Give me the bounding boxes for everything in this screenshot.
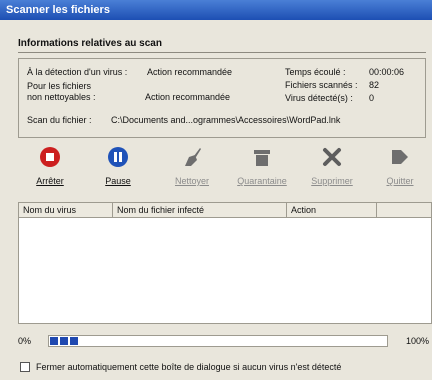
window-title: Scanner les fichiers [0, 0, 432, 20]
progress-segment [50, 337, 58, 345]
progress-end-label: 100% [406, 336, 430, 346]
scanned-value: 82 [369, 80, 380, 90]
scanned-label: Fichiers scannés : [285, 80, 358, 90]
detected-value: 0 [369, 93, 375, 103]
uncleanable-label-2: non nettoyables : [27, 92, 96, 102]
elapsed-value: 00:00:06 [369, 67, 405, 77]
clean-label: Nettoyer [174, 176, 209, 186]
detected-label: Virus détecté(s) : [285, 93, 353, 103]
action-toolbar: Arrêter Pause Nettoyer Quarantaine Suppr… [18, 142, 432, 194]
elapsed-label: Temps écoulé : [285, 67, 346, 77]
on-virus-label: À la détection d'un virus : [27, 67, 128, 77]
auto-close-checkbox[interactable] [20, 362, 30, 372]
progress-start-label: 0% [18, 336, 32, 346]
stop-button[interactable]: Arrêter [20, 142, 80, 192]
auto-close-label[interactable]: Fermer automatiquement cette boîte de di… [36, 362, 341, 372]
detection-results-table[interactable]: Nom du virus Nom du fichier infecté Acti… [18, 202, 432, 324]
progress-segment [70, 337, 78, 345]
column-infected-file[interactable]: Nom du fichier infecté [113, 203, 287, 217]
on-virus-value: Action recommandée [147, 67, 233, 77]
scan-progress: 0% 100% [18, 334, 432, 350]
scan-info-panel: À la détection d'un virus : Action recom… [18, 58, 426, 138]
delete-x-icon [323, 148, 341, 166]
pause-button[interactable]: Pause [88, 142, 148, 192]
stop-label: Arrêter [36, 176, 64, 186]
progress-segment [60, 337, 68, 345]
quarantine-icon [254, 150, 270, 166]
progress-fill [50, 337, 78, 345]
delete-button[interactable]: Supprimer [302, 142, 362, 192]
progress-bar [48, 335, 388, 347]
quarantine-button[interactable]: Quarantaine [232, 142, 292, 192]
divider [18, 52, 426, 53]
file-path-value: C:\Documents and...ogrammes\Accessoires\… [111, 115, 341, 125]
file-label: Scan du fichier : [27, 115, 92, 125]
exit-arrow-icon [392, 150, 408, 164]
quit-button[interactable]: Quitter [370, 142, 430, 192]
pause-label: Pause [105, 176, 131, 186]
table-header: Nom du virus Nom du fichier infecté Acti… [19, 203, 431, 218]
column-action[interactable]: Action [287, 203, 377, 217]
quit-label: Quitter [386, 176, 414, 186]
broom-icon [185, 148, 201, 166]
delete-label: Supprimer [311, 176, 353, 186]
column-virus-name[interactable]: Nom du virus [19, 203, 113, 217]
quarantine-label: Quarantaine [237, 176, 287, 186]
section-title: Informations relatives au scan [18, 38, 162, 49]
uncleanable-label-1: Pour les fichiers [27, 81, 92, 91]
stop-icon [40, 147, 60, 167]
clean-button[interactable]: Nettoyer [162, 142, 222, 192]
uncleanable-value: Action recommandée [145, 92, 231, 102]
pause-icon [108, 147, 128, 167]
